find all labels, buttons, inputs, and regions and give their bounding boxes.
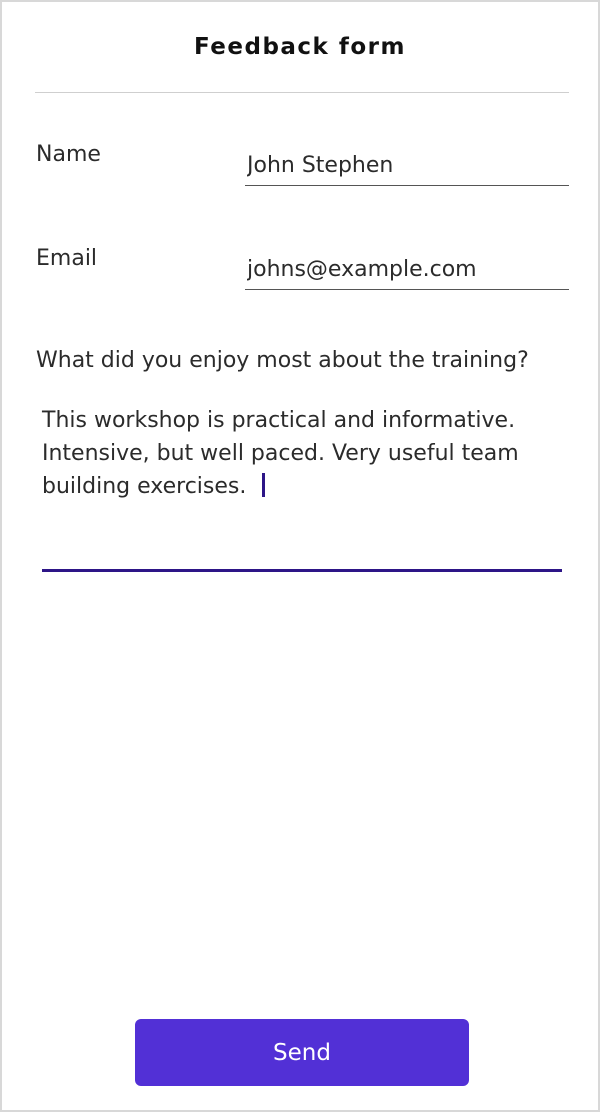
feedback-textarea[interactable]: This workshop is practical and informati… — [42, 404, 562, 572]
name-input[interactable] — [245, 146, 569, 186]
email-input[interactable] — [245, 250, 569, 290]
name-label: Name — [36, 142, 101, 167]
page-title: Feedback form — [194, 34, 406, 60]
email-label: Email — [36, 246, 98, 271]
question-label: What did you enjoy most about the traini… — [36, 348, 529, 373]
feedback-text: This workshop is practical and informati… — [42, 408, 519, 499]
header-divider — [35, 92, 569, 93]
feedback-form-screen: Feedback form Name Email What did you en… — [0, 0, 600, 1112]
send-button[interactable]: Send — [135, 1019, 469, 1086]
text-caret — [262, 473, 266, 497]
